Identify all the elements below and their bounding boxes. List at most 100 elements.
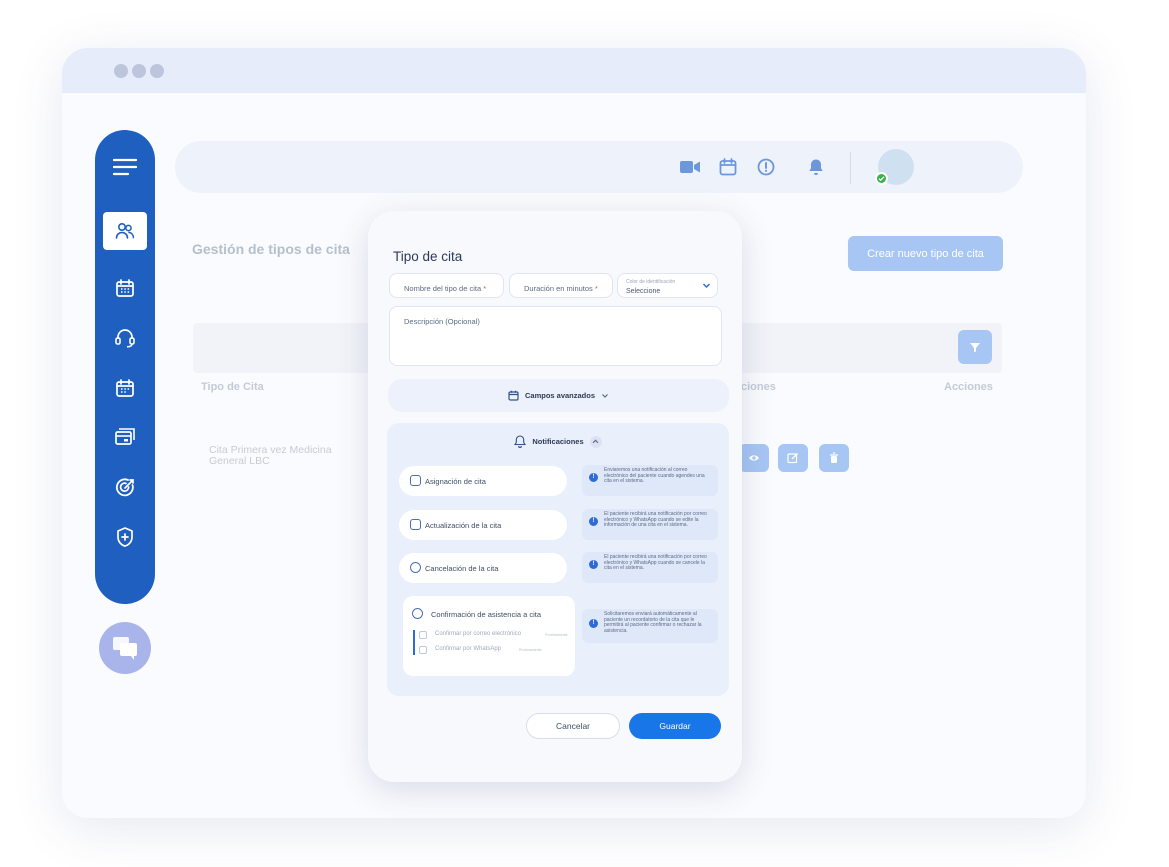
online-status-icon bbox=[875, 172, 888, 185]
column-header-type: Tipo de Cita bbox=[201, 381, 264, 393]
window-dot bbox=[114, 64, 128, 78]
edit-icon bbox=[787, 453, 798, 464]
confirmation-checkbox[interactable] bbox=[412, 608, 423, 619]
filter-button[interactable] bbox=[958, 330, 992, 364]
advanced-fields-label: Campos avanzados bbox=[524, 391, 596, 400]
sidebar-item-security[interactable] bbox=[103, 518, 147, 556]
shield-icon bbox=[117, 527, 133, 547]
calendar-icon bbox=[116, 279, 134, 297]
name-field[interactable]: Nombre del tipo de cita * bbox=[389, 273, 504, 298]
bell-icon bbox=[514, 435, 527, 448]
notification-info: ! Solicitaremos enviará automáticamente … bbox=[582, 609, 718, 643]
create-appointment-type-button[interactable]: Crear nuevo tipo de cita bbox=[848, 236, 1003, 271]
cancel-button[interactable]: Cancelar bbox=[526, 713, 620, 739]
chevron-down-icon bbox=[602, 393, 608, 398]
window-titlebar bbox=[62, 48, 1086, 93]
description-field-label: Descripción (Opcional) bbox=[404, 317, 480, 326]
info-icon: ! bbox=[589, 473, 598, 482]
chevron-down-icon bbox=[702, 283, 711, 289]
notification-option-label: Cancelación de la cita bbox=[425, 563, 499, 573]
delete-button[interactable] bbox=[819, 444, 849, 472]
calendar-icon bbox=[719, 158, 737, 176]
required-mark: * bbox=[483, 284, 487, 293]
sidebar-item-billing[interactable] bbox=[103, 418, 147, 456]
duration-field-label: Duración en minutos bbox=[524, 284, 593, 293]
notification-info: ! Enviaremos una notificación al correo … bbox=[582, 465, 718, 496]
column-header-actions: Acciones bbox=[944, 381, 993, 393]
name-field-label: Nombre del tipo de cita bbox=[404, 284, 482, 293]
bell-icon bbox=[809, 159, 823, 175]
video-call-button[interactable] bbox=[680, 157, 700, 177]
notification-info: ! El paciente recibirá una notificación … bbox=[582, 509, 718, 540]
advanced-fields-toggle[interactable]: Campos avanzados bbox=[388, 379, 729, 412]
column-header-notifications: ciones bbox=[741, 381, 776, 393]
duration-field[interactable]: Duración en minutos * bbox=[509, 273, 613, 298]
coming-soon-tag: Próximamente bbox=[519, 648, 542, 652]
info-icon: ! bbox=[589, 619, 598, 628]
topbar bbox=[175, 141, 1023, 193]
notifications-title: Notificaciones bbox=[532, 437, 584, 446]
cancellation-checkbox[interactable] bbox=[410, 562, 421, 573]
notifications-button[interactable] bbox=[806, 157, 826, 177]
window-dot bbox=[132, 64, 146, 78]
payment-icon bbox=[115, 428, 135, 445]
sidebar-menu-button[interactable] bbox=[103, 148, 147, 186]
notification-option-label: Actualización de la cita bbox=[425, 520, 502, 530]
notification-option-update[interactable]: Actualización de la cita bbox=[399, 510, 567, 540]
whatsapp-confirm-checkbox[interactable] bbox=[419, 646, 427, 654]
notification-option-cancellation[interactable]: Cancelación de la cita bbox=[399, 553, 567, 583]
chevron-up-icon bbox=[589, 435, 602, 448]
chat-button[interactable] bbox=[99, 622, 151, 674]
sidebar-item-users[interactable] bbox=[103, 212, 147, 250]
topbar-divider bbox=[850, 152, 851, 184]
sidebar-item-support[interactable] bbox=[103, 319, 147, 357]
confirmation-options-bar bbox=[413, 630, 415, 655]
target-icon bbox=[115, 478, 134, 497]
chat-icon bbox=[113, 637, 137, 660]
notification-info: ! El paciente recibirá una notificación … bbox=[582, 552, 718, 583]
filter-icon bbox=[970, 343, 980, 352]
color-select[interactable]: Color de identificación Seleccione bbox=[617, 273, 718, 298]
info-icon: ! bbox=[589, 560, 598, 569]
color-select-caption: Color de identificación bbox=[626, 279, 676, 285]
notification-option-assignment[interactable]: Asignación de cita bbox=[399, 466, 567, 496]
video-icon bbox=[680, 161, 700, 173]
calendar-icon bbox=[508, 390, 519, 401]
color-select-value: Seleccione bbox=[626, 288, 661, 295]
calendar-alt-icon bbox=[116, 379, 134, 397]
calendar-button[interactable] bbox=[718, 157, 738, 177]
notifications-panel: Notificaciones Asignación de cita ! Envi… bbox=[387, 423, 729, 696]
info-icon: ! bbox=[589, 517, 598, 526]
email-confirm-label: Confirmar por correo electrónico bbox=[435, 631, 522, 637]
edit-button[interactable] bbox=[778, 444, 808, 472]
sidebar-item-goals[interactable] bbox=[103, 469, 147, 507]
notification-option-label: Asignación de cita bbox=[425, 476, 486, 486]
description-field[interactable]: Descripción (Opcional) bbox=[389, 306, 722, 366]
headset-icon bbox=[115, 329, 135, 348]
menu-icon bbox=[113, 158, 137, 176]
sidebar bbox=[95, 130, 155, 604]
modal-title: Tipo de cita bbox=[393, 249, 463, 264]
users-icon bbox=[115, 222, 135, 239]
alert-icon bbox=[757, 158, 775, 176]
view-button[interactable] bbox=[739, 444, 769, 472]
sidebar-item-schedule[interactable] bbox=[103, 369, 147, 407]
assignment-checkbox[interactable] bbox=[410, 475, 421, 486]
sidebar-item-calendar[interactable] bbox=[103, 269, 147, 307]
appointment-type-modal: Tipo de cita Nombre del tipo de cita * D… bbox=[368, 211, 742, 782]
email-confirm-checkbox[interactable] bbox=[419, 631, 427, 639]
notifications-toggle[interactable]: Notificaciones bbox=[387, 435, 729, 448]
whatsapp-confirm-label: Confirmar por WhatsApp bbox=[435, 646, 502, 652]
save-button[interactable]: Guardar bbox=[629, 713, 721, 739]
window-dot bbox=[150, 64, 164, 78]
required-mark: * bbox=[594, 284, 598, 293]
confirmation-label: Confirmación de asistencia a cita bbox=[431, 610, 542, 619]
coming-soon-tag: Próximamente bbox=[545, 633, 568, 637]
update-checkbox[interactable] bbox=[410, 519, 421, 530]
trash-icon bbox=[830, 452, 838, 463]
alerts-button[interactable] bbox=[756, 157, 776, 177]
eye-icon bbox=[749, 455, 759, 461]
table-row-name: Cita Primera vez Medicina General LBC bbox=[209, 444, 332, 467]
page-title: Gestión de tipos de cita bbox=[192, 241, 350, 257]
confirmation-card: Confirmación de asistencia a cita Confir… bbox=[403, 596, 575, 676]
